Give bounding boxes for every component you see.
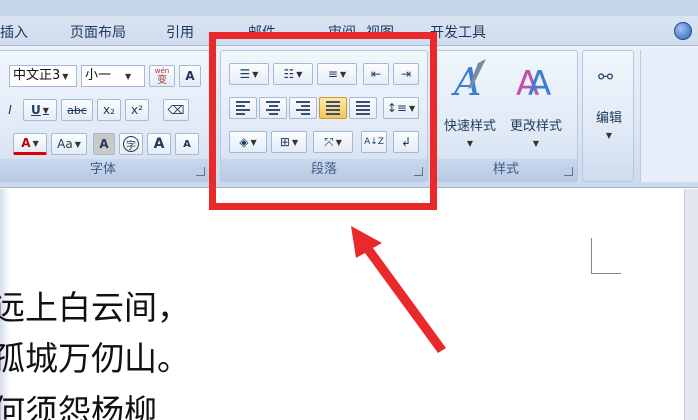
- arrow-shape: [351, 226, 446, 353]
- arrow-annotation: [351, 226, 446, 353]
